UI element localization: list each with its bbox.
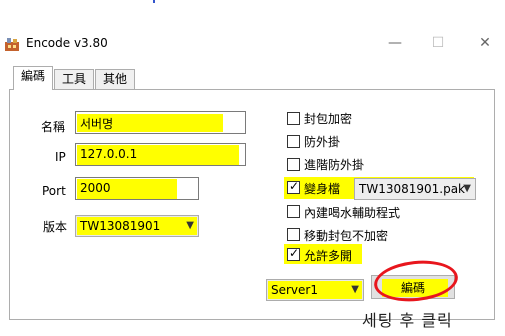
tab-encode[interactable]: 編碼 xyxy=(13,66,53,90)
stray-pixel xyxy=(153,0,155,3)
server-select[interactable]: Server1 ▼ xyxy=(266,279,364,301)
anti-hack-label: 防外掛 xyxy=(304,135,341,149)
name-field[interactable]: 서버명 xyxy=(75,111,246,134)
ip-label: IP xyxy=(55,150,66,164)
packet-encrypt-label: 封包加密 xyxy=(304,112,353,126)
port-label: Port xyxy=(42,184,66,198)
close-button[interactable]: ✕ xyxy=(471,33,499,53)
version-label: 版本 xyxy=(43,220,68,234)
transform-file-select[interactable]: TW13081901.pak ▼ xyxy=(354,178,476,200)
allow-multi-open-label: 允許多開 xyxy=(304,249,353,263)
annotation-text: 세팅 후 클릭 xyxy=(362,311,453,330)
move-packet-label: 移動封包不加密 xyxy=(304,229,389,243)
transform-file-label: 變身檔 xyxy=(304,182,341,196)
transform-file-value: TW13081901.pak xyxy=(359,182,466,196)
name-value: 서버명 xyxy=(80,117,114,131)
checkbox-anti-hack[interactable] xyxy=(287,135,300,148)
checkbox-transform-file[interactable]: ✓ xyxy=(287,179,300,194)
checkbox-move-packet-no-encrypt[interactable] xyxy=(287,228,300,241)
app-icon xyxy=(4,36,20,52)
ip-value: 127.0.0.1 xyxy=(80,147,138,161)
chevron-down-icon: ▼ xyxy=(186,220,194,231)
port-value: 2000 xyxy=(80,181,111,195)
window-title: Encode v3.80 xyxy=(26,36,108,50)
checkbox-allow-multi-open[interactable]: ✓ xyxy=(287,246,300,261)
version-value: TW13081901 xyxy=(80,219,161,233)
checkbox-auto-potion[interactable] xyxy=(287,205,300,218)
tab-tools[interactable]: 工具 xyxy=(54,69,94,89)
ip-field[interactable]: 127.0.0.1 xyxy=(75,143,246,166)
tab-other[interactable]: 其他 xyxy=(95,69,135,89)
auto-potion-label: 內建喝水輔助程式 xyxy=(304,206,401,220)
name-label: 名稱 xyxy=(41,120,66,134)
chevron-down-icon: ▼ xyxy=(351,284,359,295)
port-field[interactable]: 2000 xyxy=(75,177,199,200)
checkmark-icon: ✓ xyxy=(289,246,300,260)
minimize-button[interactable]: — xyxy=(381,33,409,53)
maximize-button[interactable]: ☐ xyxy=(424,33,452,53)
chevron-down-icon: ▼ xyxy=(463,183,471,194)
server-value: Server1 xyxy=(271,283,318,297)
checkmark-icon: ✓ xyxy=(289,179,300,193)
checkbox-advanced-anti-hack[interactable] xyxy=(287,158,300,171)
version-select[interactable]: TW13081901 ▼ xyxy=(75,215,199,237)
advanced-anti-hack-label: 進階防外掛 xyxy=(304,158,365,172)
checkbox-packet-encrypt[interactable] xyxy=(287,112,300,125)
